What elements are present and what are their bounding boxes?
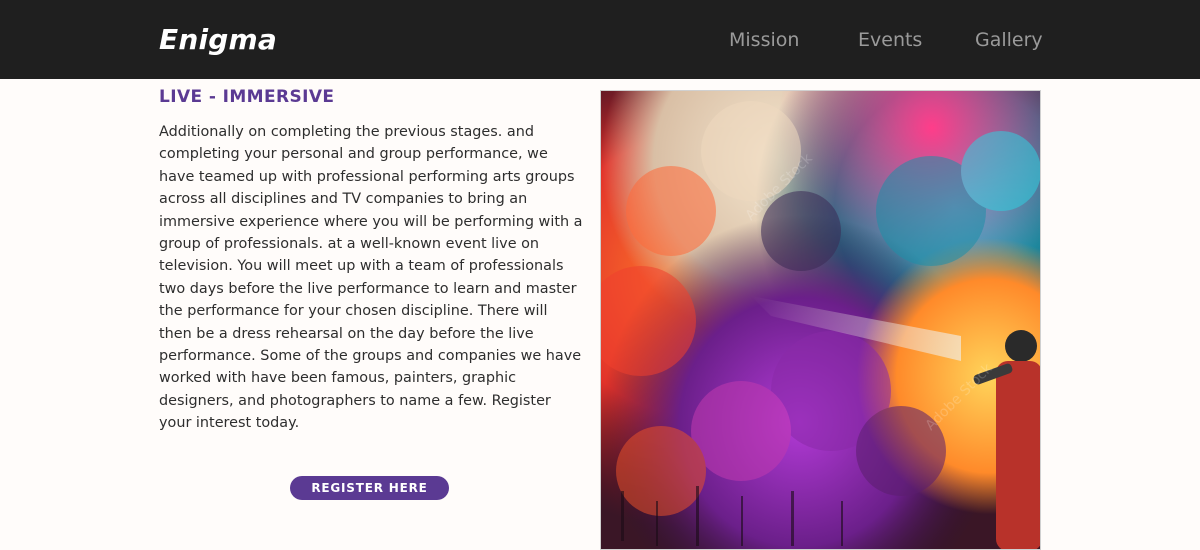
hero-image: Adobe Stock Adobe Stock: [600, 90, 1041, 550]
nav-link-gallery[interactable]: Gallery: [975, 28, 1043, 52]
nav-link-mission[interactable]: Mission: [729, 28, 799, 52]
brand-logo[interactable]: Enigma: [159, 22, 277, 58]
top-navbar: Enigma Mission Events Gallery: [0, 0, 1200, 79]
paint-cloud-artwork: Adobe Stock Adobe Stock: [601, 91, 1040, 549]
nav-link-events[interactable]: Events: [858, 28, 922, 52]
section-title: LIVE - IMMERSIVE: [159, 87, 335, 107]
section-description: Additionally on completing the previous …: [159, 124, 583, 432]
register-button[interactable]: REGISTER HERE: [290, 476, 449, 500]
